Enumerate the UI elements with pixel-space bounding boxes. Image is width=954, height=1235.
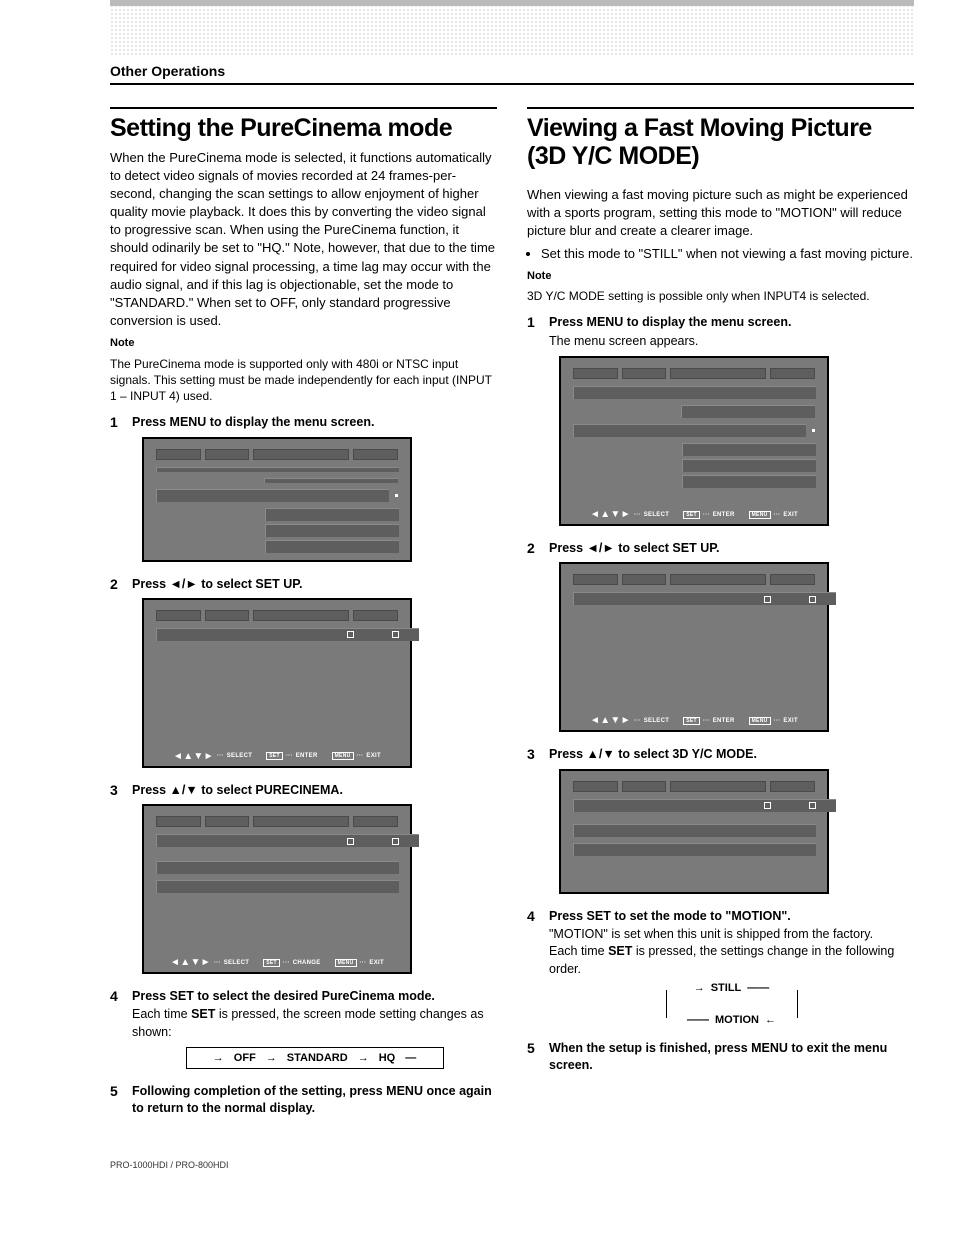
- right-note-body: 3D Y/C MODE setting is possible only whe…: [527, 288, 914, 304]
- section-header: Other Operations: [110, 63, 914, 85]
- right-step4-body2: Each time SET is pressed, the settings c…: [549, 943, 914, 978]
- left-step2-title: Press ◄/► to select SET UP.: [132, 576, 497, 592]
- top-decorative-bar: [110, 0, 914, 55]
- menu-screenshot: ◄▲▼►···SELECT SET···ENTER MENU···EXIT: [142, 598, 412, 768]
- left-step5-title: Following completion of the setting, pre…: [132, 1083, 497, 1116]
- left-note-body: The PureCinema mode is supported only wi…: [110, 356, 497, 405]
- menu-screenshot: [559, 769, 829, 894]
- footer-model: PRO-1000HDI / PRO-800HDI: [110, 1160, 914, 1170]
- right-intro: When viewing a fast moving picture such …: [527, 186, 914, 241]
- menu-screenshot: ◄▲▼►···SELECT SET···ENTER MENU···EXIT: [559, 562, 829, 732]
- left-intro: When the PureCinema mode is selected, it…: [110, 149, 497, 331]
- right-step4-title: Press SET to set the mode to "MOTION".: [549, 908, 914, 924]
- right-title: Viewing a Fast Moving Picture (3D Y/C MO…: [527, 115, 914, 170]
- right-step1-body: The menu screen appears.: [549, 333, 914, 351]
- cycle-diagram: OFF STANDARD HQ —: [186, 1047, 444, 1069]
- right-step3-title: Press ▲/▼ to select 3D Y/C MODE.: [549, 746, 914, 762]
- right-step2-title: Press ◄/► to select SET UP.: [549, 540, 914, 556]
- left-step4-title: Press SET to select the desired PureCine…: [132, 988, 497, 1004]
- menu-screenshot: [142, 437, 412, 562]
- left-title: Setting the PureCinema mode: [110, 115, 497, 143]
- right-step5-title: When the setup is finished, press MENU t…: [549, 1040, 914, 1073]
- cycle-diagram: STILL—— ——MOTION: [662, 982, 802, 1026]
- right-note-head: Note: [527, 269, 914, 284]
- right-step1-title: Press MENU to display the menu screen.: [549, 314, 914, 330]
- left-step1-title: Press MENU to display the menu screen.: [132, 414, 497, 430]
- menu-screenshot: ◄▲▼►···SELECT SET···ENTER MENU···EXIT: [559, 356, 829, 526]
- left-step3-title: Press ▲/▼ to select PURECINEMA.: [132, 782, 497, 798]
- right-bullet: Set this mode to "STILL" when not viewin…: [541, 245, 914, 263]
- menu-screenshot: ◄▲▼►···SELECT SET···CHANGE MENU···EXIT: [142, 804, 412, 974]
- right-step4-body1: "MOTION" is set when this unit is shippe…: [549, 926, 914, 944]
- left-note-head: Note: [110, 336, 497, 351]
- left-step4-body: Each time SET is pressed, the screen mod…: [132, 1006, 497, 1041]
